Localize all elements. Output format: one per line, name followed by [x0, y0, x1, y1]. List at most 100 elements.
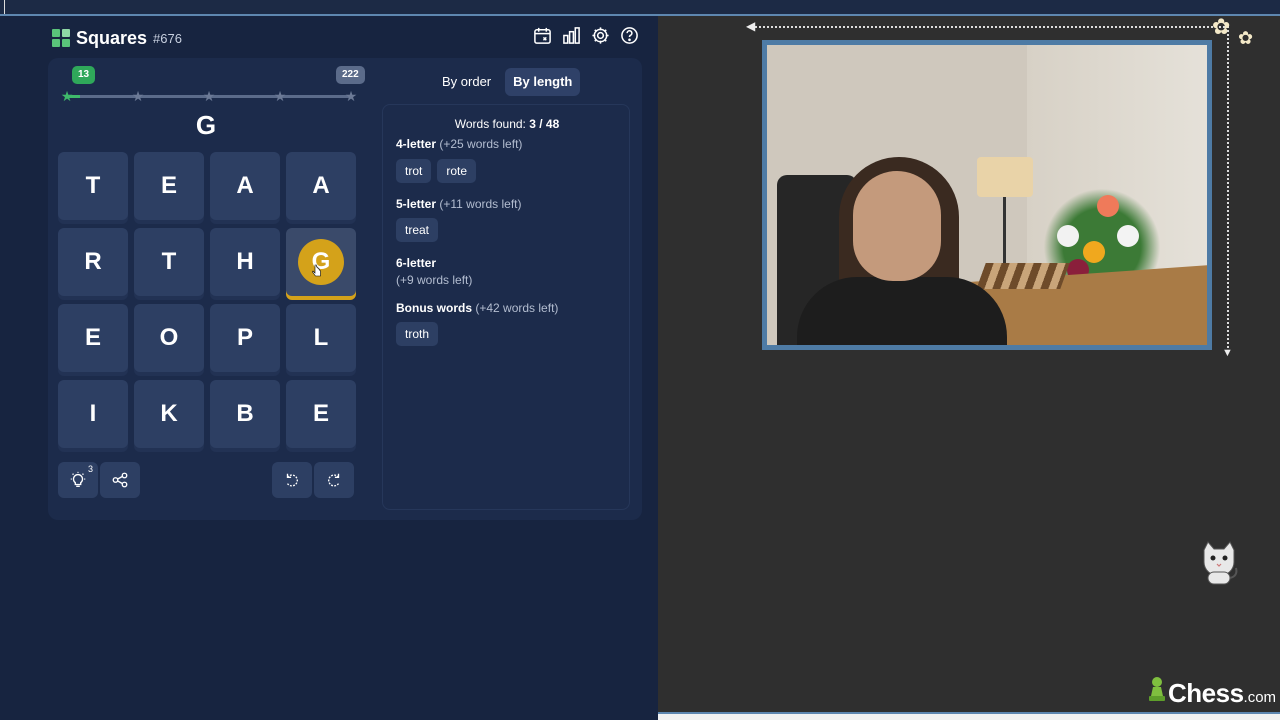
section-label: Bonus words — [396, 301, 473, 315]
max-score-badge: 222 — [336, 66, 365, 84]
word-list: troth — [396, 322, 439, 346]
selected-letter: G — [298, 239, 344, 285]
hint-button[interactable]: 3 — [58, 462, 98, 498]
share-button[interactable] — [100, 462, 140, 498]
game-title: Squares — [76, 27, 148, 48]
letter-tile[interactable]: H — [210, 228, 280, 296]
redo-button[interactable] — [314, 462, 354, 498]
star-icon: ★ — [131, 88, 145, 104]
section-4-letter: 4-letter (+25 words left) — [396, 137, 522, 151]
cat-sticker-icon — [1203, 541, 1238, 585]
letter-tile[interactable]: O — [134, 304, 204, 372]
tab-by-length[interactable]: By length — [505, 68, 581, 96]
undo-button[interactable] — [272, 462, 312, 498]
webcam-person-body — [797, 277, 1007, 345]
section-bonus-words: Bonus words (+42 words left) — [396, 301, 558, 315]
game-header: Squares #676 — [52, 26, 182, 50]
word-chip[interactable]: troth — [396, 322, 439, 346]
section-label: 5-letter — [396, 197, 437, 211]
control-buttons: 3 — [58, 462, 358, 498]
letter-tile[interactable]: T — [58, 152, 128, 220]
letter-grid: T E A A R T H G E O P L I K B E — [58, 152, 356, 448]
section-remaining: (+9 words left) — [396, 273, 473, 287]
word-chip[interactable]: trot — [396, 159, 432, 183]
game-card: ★ ★ ★ ★ ★ 13 222 G T E A A R T H G E O P… — [48, 58, 642, 520]
text-cursor — [4, 0, 5, 14]
stats-icon[interactable] — [562, 26, 581, 45]
letter-tile[interactable]: R — [58, 228, 128, 296]
squares-logo-icon — [52, 29, 70, 47]
current-word: G — [195, 110, 217, 140]
section-remaining: (+11 words left) — [439, 197, 522, 211]
section-remaining: (+42 words left) — [475, 301, 559, 315]
letter-tile-selected[interactable]: G — [286, 228, 356, 296]
current-score-badge: 13 — [72, 66, 96, 84]
lightbulb-icon — [70, 471, 86, 487]
letter-tile[interactable]: E — [286, 380, 356, 448]
arrow-left-icon: ◀ — [746, 19, 756, 33]
webcam-lamp-stand — [1003, 197, 1006, 267]
pointer-cursor-icon — [312, 264, 321, 277]
section-label: 6-letter — [396, 256, 437, 270]
chess-com-logo: Chess .com — [1148, 676, 1276, 709]
section-6-letter: 6-letter — [396, 256, 436, 270]
hint-count: 3 — [87, 464, 93, 474]
word-chip[interactable]: treat — [396, 218, 439, 242]
header-icons — [533, 26, 639, 45]
brand-name: Chess — [1168, 678, 1244, 708]
tab-by-order[interactable]: By order — [434, 68, 499, 96]
bottom-strip — [658, 712, 1280, 720]
letter-tile[interactable]: E — [58, 304, 128, 372]
letter-tile[interactable]: B — [210, 380, 280, 448]
webcam-lamp — [977, 157, 1033, 197]
flower-icon: ✿ — [1238, 28, 1254, 48]
flower-icon: ✿ — [1212, 14, 1231, 39]
words-found-count: Words found: 3 / 48 — [383, 117, 631, 131]
top-strip — [0, 0, 1280, 16]
letter-tile[interactable]: T — [134, 228, 204, 296]
words-found-value: 3 / 48 — [529, 117, 560, 131]
word-sort-tabs: By order By length — [434, 68, 581, 96]
star-icon: ★ — [344, 88, 358, 104]
calendar-icon[interactable] — [533, 26, 552, 45]
star-icon: ★ — [273, 88, 287, 104]
letter-tile[interactable]: L — [286, 304, 356, 372]
stream-overlay-panel: ◀ ▼ ✿ ✿ Chess .com — [658, 14, 1280, 712]
dotted-frame-top — [752, 26, 1228, 28]
score-progress: ★ ★ ★ ★ ★ 13 222 — [60, 66, 365, 106]
dotted-frame-right — [1227, 26, 1229, 352]
word-chip[interactable]: rote — [437, 159, 477, 183]
help-icon[interactable] — [620, 26, 639, 45]
webcam-chessboard — [976, 263, 1070, 289]
letter-tile[interactable]: A — [210, 152, 280, 220]
webcam-flower — [1083, 241, 1105, 263]
brand-tld: .com — [1243, 689, 1277, 706]
letter-tile[interactable]: K — [134, 380, 204, 448]
redo-icon — [328, 473, 340, 487]
section-6-letter-remaining: (+9 words left) — [396, 273, 472, 287]
share-icon — [112, 472, 128, 488]
game-number: #676 — [153, 30, 182, 46]
webcam-flower — [1097, 195, 1119, 217]
undo-icon — [286, 473, 298, 487]
webcam-person-face — [853, 171, 941, 281]
star-icon: ★ — [60, 88, 74, 104]
word-list: trot rote — [396, 159, 477, 183]
word-list: treat — [396, 218, 439, 242]
letter-tile[interactable]: A — [286, 152, 356, 220]
webcam-flower — [1057, 225, 1079, 247]
letter-tile[interactable]: I — [58, 380, 128, 448]
section-label: 4-letter — [396, 137, 437, 151]
found-words-panel: Words found: 3 / 48 4-letter (+25 words … — [382, 104, 630, 510]
star-icon: ★ — [202, 88, 216, 104]
webcam-feed — [762, 40, 1212, 350]
squares-game-panel: Squares #676 ★ ★ ★ ★ ★ 13 222 G T E A A … — [0, 16, 658, 720]
letter-tile[interactable]: E — [134, 152, 204, 220]
words-found-label: Words found: — [454, 117, 526, 131]
section-remaining: (+25 words left) — [439, 137, 523, 151]
letter-tile[interactable]: P — [210, 304, 280, 372]
arrow-down-icon: ▼ — [1222, 347, 1233, 359]
settings-icon[interactable] — [591, 26, 610, 45]
section-5-letter: 5-letter (+11 words left) — [396, 197, 522, 211]
pawn-logo-icon — [1149, 677, 1165, 701]
